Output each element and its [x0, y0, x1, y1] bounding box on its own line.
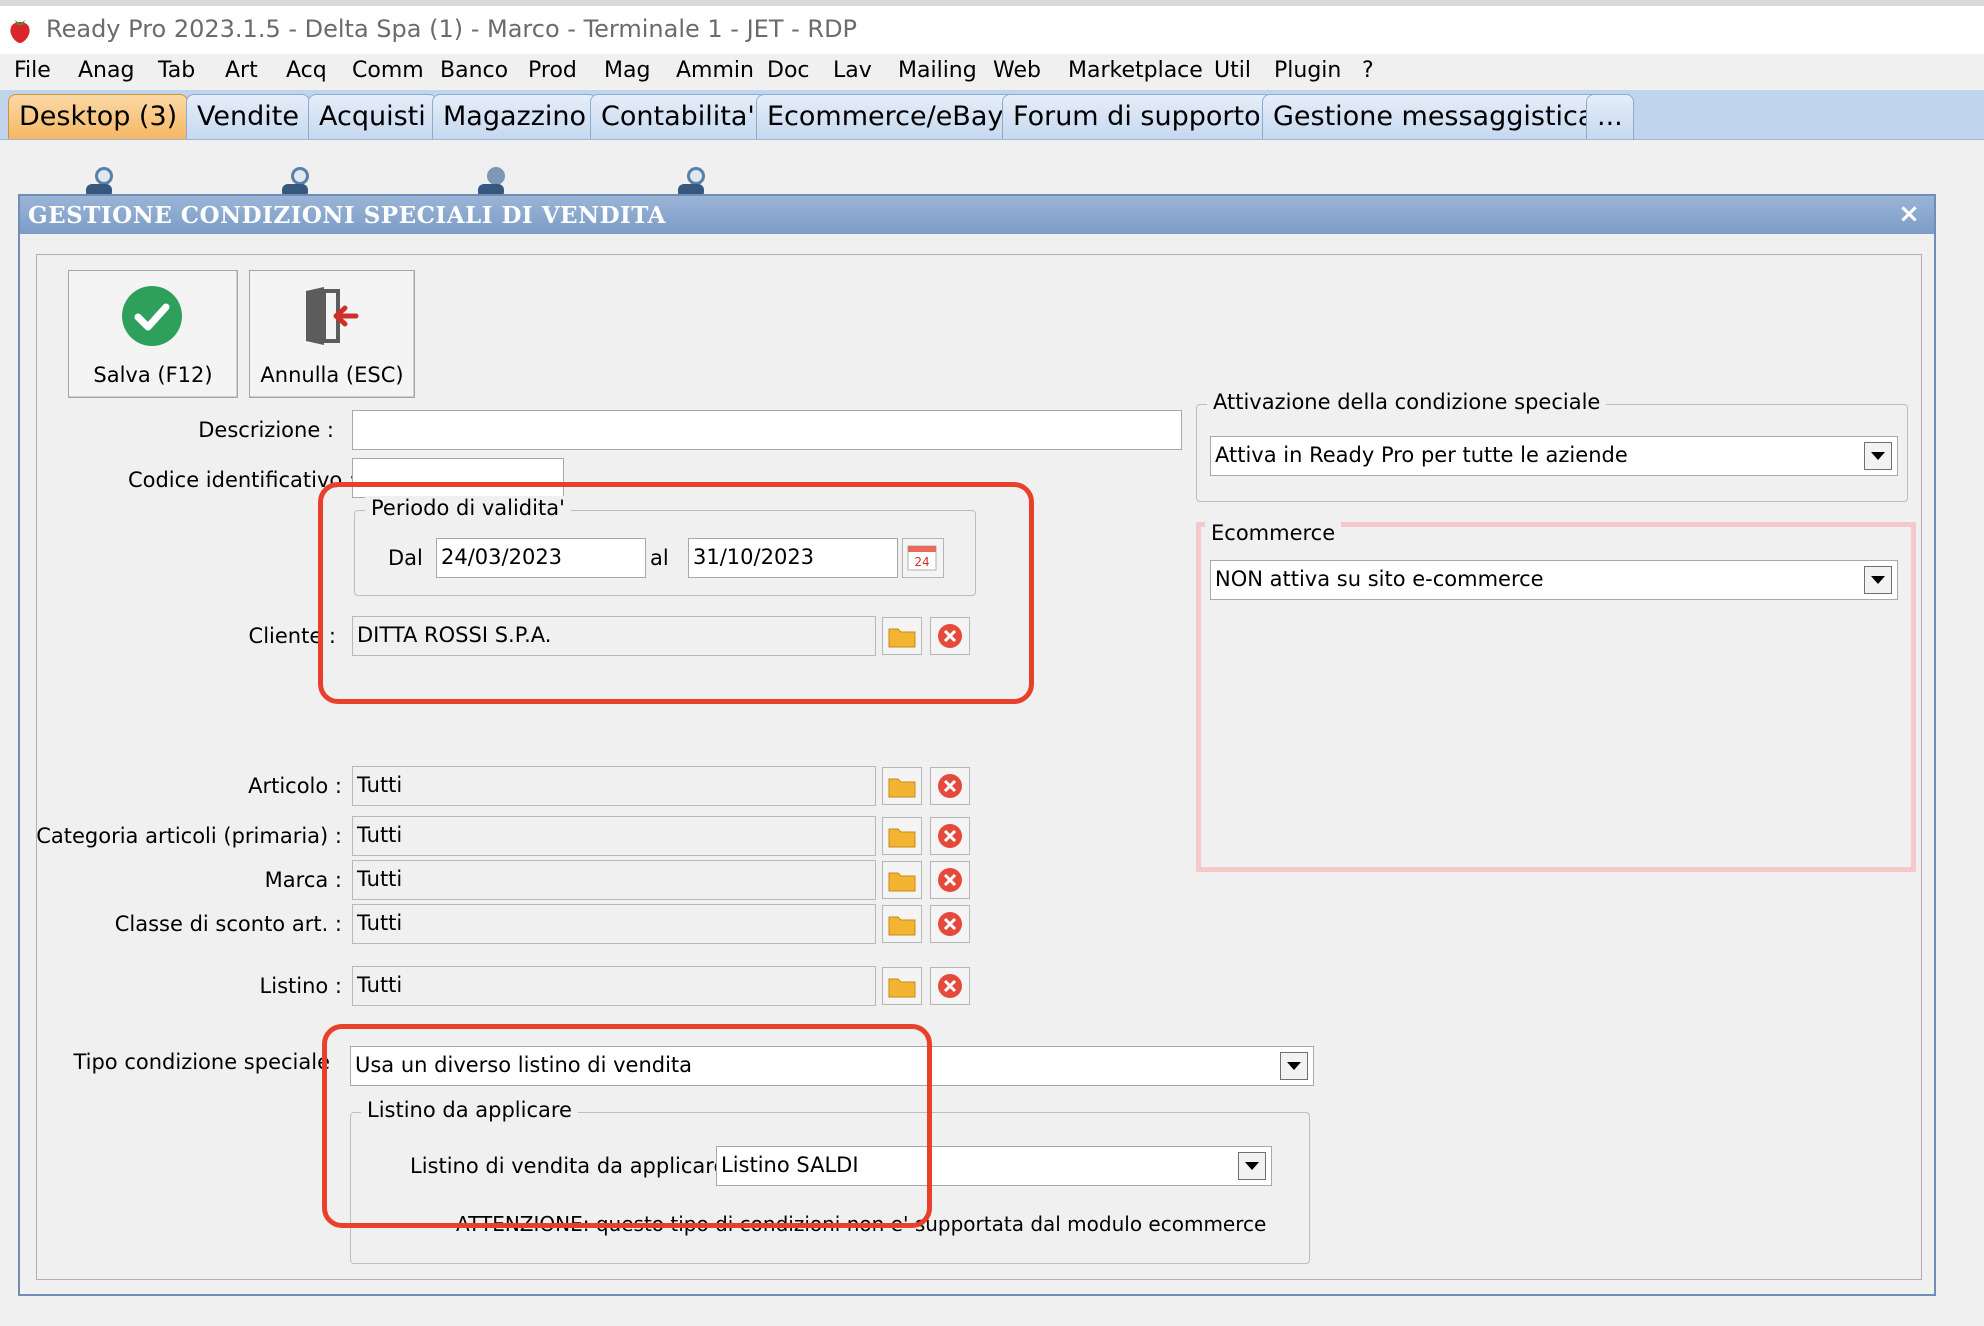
- special-conditions-dialog: GESTIONE CONDIZIONI SPECIALI DI VENDITA …: [18, 194, 1936, 1296]
- dialog-title: GESTIONE CONDIZIONI SPECIALI DI VENDITA: [28, 202, 666, 229]
- listino-clear-button[interactable]: [930, 967, 970, 1005]
- user-icon[interactable]: [472, 164, 512, 198]
- categoria-input[interactable]: Tutti: [352, 816, 876, 856]
- user-icon[interactable]: [672, 164, 712, 198]
- menu-prod[interactable]: Prod: [528, 58, 577, 83]
- highlight-box-periodo: [318, 482, 1034, 704]
- descrizione-input[interactable]: [352, 410, 1182, 450]
- tab-vendite[interactable]: Vendite: [186, 94, 310, 139]
- menu-doc[interactable]: Doc: [767, 58, 810, 83]
- menu-plugin[interactable]: Plugin: [1274, 58, 1341, 83]
- user-icon[interactable]: [276, 164, 316, 198]
- descrizione-label: Descrizione :: [198, 418, 334, 442]
- chevron-down-icon[interactable]: [1864, 566, 1892, 594]
- classe-label: Classe di sconto art. :: [114, 912, 342, 936]
- folder-icon: [888, 828, 916, 848]
- menu-mag[interactable]: Mag: [604, 58, 650, 83]
- menu-anag[interactable]: Anag: [78, 58, 134, 83]
- listino-browse-button[interactable]: [882, 967, 922, 1005]
- tab-magazzino[interactable]: Magazzino: [432, 94, 598, 139]
- clear-x-icon: [938, 912, 962, 936]
- menu-lav[interactable]: Lav: [833, 58, 872, 83]
- close-icon[interactable]: ×: [1896, 201, 1922, 227]
- classe-input[interactable]: Tutti: [352, 904, 876, 944]
- menu-ammin[interactable]: Ammin: [676, 58, 754, 83]
- clear-x-icon: [938, 824, 962, 848]
- cancel-button-label: Annulla (ESC): [260, 363, 404, 387]
- articolo-browse-button[interactable]: [882, 767, 922, 805]
- menu-file[interactable]: File: [14, 58, 51, 83]
- exit-door-icon: [306, 287, 359, 345]
- menu-acq[interactable]: Acq: [286, 58, 327, 83]
- categoria-browse-button[interactable]: [882, 817, 922, 855]
- listino-label: Listino :: [259, 974, 342, 998]
- folder-icon: [888, 778, 916, 798]
- menu-comm[interactable]: Comm: [352, 58, 424, 83]
- menu-tab[interactable]: Tab: [158, 58, 195, 83]
- menu-web[interactable]: Web: [993, 58, 1041, 83]
- tab-acquisti[interactable]: Acquisti: [308, 94, 437, 139]
- clear-x-icon: [938, 774, 962, 798]
- strawberry-app-icon: [10, 20, 30, 43]
- tab-messaggistica[interactable]: Gestione messaggistica: [1262, 94, 1606, 139]
- menu-bar: File Anag Tab Art Acq Comm Banco Prod Ma…: [0, 54, 1984, 90]
- clear-x-icon: [938, 868, 962, 892]
- save-button[interactable]: Salva (F12): [68, 270, 238, 398]
- chevron-down-icon[interactable]: [1238, 1152, 1266, 1180]
- ecommerce-value: NON attiva su sito e-commerce: [1215, 567, 1544, 591]
- tab-ecommerce-ebay[interactable]: Ecommerce/eBay: [756, 94, 1015, 139]
- tab-contabilita[interactable]: Contabilita': [590, 94, 766, 139]
- menu-util[interactable]: Util: [1214, 58, 1251, 83]
- articolo-clear-button[interactable]: [930, 767, 970, 805]
- listino-input[interactable]: Tutti: [352, 966, 876, 1006]
- user-icon[interactable]: [80, 164, 120, 198]
- marca-clear-button[interactable]: [930, 861, 970, 899]
- save-button-label: Salva (F12): [93, 363, 213, 387]
- chevron-down-icon[interactable]: [1280, 1052, 1308, 1080]
- folder-icon: [888, 978, 916, 998]
- menu-mailing[interactable]: Mailing: [898, 58, 977, 83]
- marca-label: Marca :: [264, 868, 342, 892]
- ecommerce-title: Ecommerce: [1205, 521, 1342, 545]
- chevron-down-icon[interactable]: [1864, 442, 1892, 470]
- title-bar: Ready Pro 2023.1.5 - Delta Spa (1) - Mar…: [0, 0, 1984, 54]
- classe-browse-button[interactable]: [882, 905, 922, 943]
- menu-help[interactable]: ?: [1362, 58, 1374, 83]
- menu-marketplace[interactable]: Marketplace: [1068, 58, 1203, 83]
- clear-x-icon: [938, 974, 962, 998]
- highlight-box-tipo: [322, 1024, 932, 1228]
- menu-banco[interactable]: Banco: [440, 58, 508, 83]
- marca-input[interactable]: Tutti: [352, 860, 876, 900]
- ecommerce-select[interactable]: NON attiva su sito e-commerce: [1210, 560, 1898, 600]
- window-title: Ready Pro 2023.1.5 - Delta Spa (1) - Mar…: [46, 15, 858, 43]
- attivazione-select[interactable]: Attiva in Ready Pro per tutte le aziende: [1210, 436, 1898, 476]
- folder-icon: [888, 872, 916, 892]
- classe-clear-button[interactable]: [930, 905, 970, 943]
- attivazione-value: Attiva in Ready Pro per tutte le aziende: [1215, 443, 1628, 467]
- tab-strip: Desktop (3) Vendite Acquisti Magazzino C…: [0, 90, 1984, 140]
- tipo-label: Tipo condizione speciale: [73, 1050, 330, 1074]
- tab-more[interactable]: ...: [1586, 94, 1634, 139]
- articolo-input[interactable]: Tutti: [352, 766, 876, 806]
- check-icon: [122, 286, 182, 346]
- categoria-clear-button[interactable]: [930, 817, 970, 855]
- folder-icon: [888, 916, 916, 936]
- dialog-header: GESTIONE CONDIZIONI SPECIALI DI VENDITA …: [20, 196, 1934, 234]
- menu-art[interactable]: Art: [225, 58, 258, 83]
- categoria-label: Categoria articoli (primaria) :: [36, 824, 342, 848]
- cancel-button[interactable]: Annulla (ESC): [249, 270, 415, 398]
- attivazione-title: Attivazione della condizione speciale: [1207, 390, 1607, 414]
- tab-desktop[interactable]: Desktop (3): [8, 94, 189, 139]
- marca-browse-button[interactable]: [882, 861, 922, 899]
- articolo-label: Articolo :: [248, 774, 342, 798]
- tab-forum[interactable]: Forum di supporto: [1002, 94, 1272, 139]
